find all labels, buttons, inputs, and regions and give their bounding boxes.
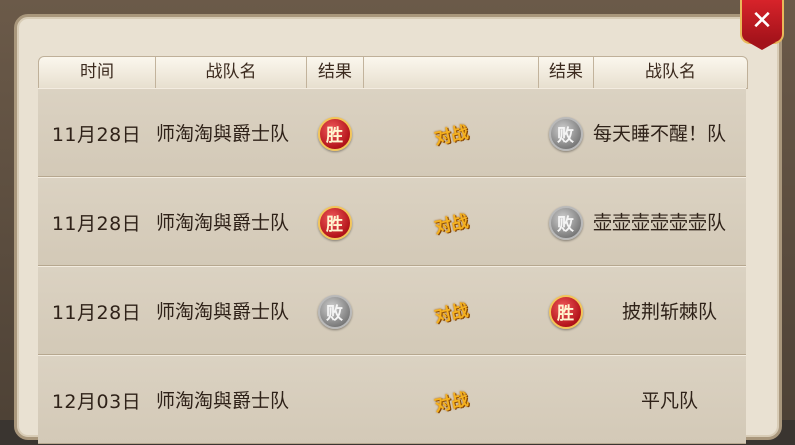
header-vs [364, 57, 539, 88]
win-badge-icon: 胜 [548, 294, 583, 329]
lose-badge-icon: 败 [317, 294, 352, 329]
opponent-team-name: 每天睡不醒！队 [593, 122, 727, 145]
versus-icon: 对战 [432, 389, 470, 417]
table-row[interactable]: 11月28日 师淘淘與爵士队 败 对战 胜 披荆斩棘队 [38, 266, 746, 355]
match-list: 11月28日 师淘淘與爵士队 胜 对战 败 每天睡不醒！队 11月28日 师淘淘… [38, 88, 746, 444]
team-name: 师淘淘與爵士队 [156, 211, 290, 234]
versus-icon: 对战 [432, 211, 470, 239]
lose-badge-icon: 败 [548, 205, 583, 240]
opponent-team-name: 平凡队 [640, 389, 698, 412]
header-team-opponent: 战队名 [645, 62, 696, 82]
lose-badge-icon: 败 [548, 116, 583, 151]
header-time: 时间 [39, 57, 156, 88]
opponent-team-name: 壶壶壶壶壶壶队 [593, 211, 727, 234]
match-date: 12月03日 [51, 391, 142, 413]
match-date: 11月28日 [51, 213, 142, 235]
win-badge-icon: 胜 [317, 116, 352, 151]
match-date: 11月28日 [51, 124, 142, 146]
win-badge-icon: 胜 [317, 205, 352, 240]
table-row[interactable]: 11月28日 师淘淘與爵士队 胜 对战 败 每天睡不醒！队 [38, 88, 746, 177]
table-header: 时间 战队名 结果 结果 战队名 [38, 56, 748, 89]
header-result-opponent: 结果 [539, 57, 594, 88]
versus-icon: 对战 [432, 122, 470, 150]
header-team: 战队名 [156, 57, 307, 88]
header-result: 结果 [307, 57, 364, 88]
table-row[interactable]: 11月28日 师淘淘與爵士队 胜 对战 败 壶壶壶壶壶壶队 [38, 177, 746, 266]
close-icon: ✕ [751, 6, 773, 36]
match-date: 11月28日 [51, 302, 142, 324]
versus-icon: 对战 [432, 300, 470, 328]
team-name: 师淘淘與爵士队 [156, 122, 290, 145]
close-button[interactable]: ✕ [740, 0, 784, 50]
opponent-team-name: 披荆斩棘队 [621, 300, 717, 323]
team-name: 师淘淘與爵士队 [156, 389, 290, 412]
team-name: 师淘淘與爵士队 [156, 300, 290, 323]
